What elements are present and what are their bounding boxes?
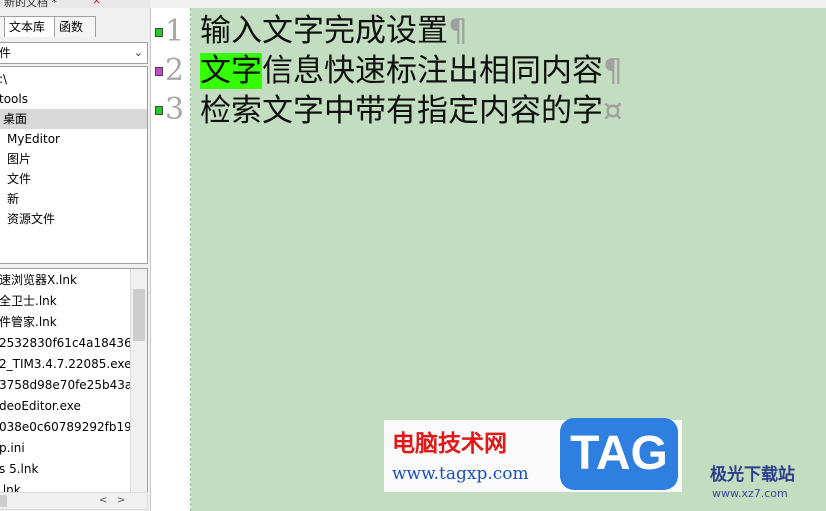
tree-item-new[interactable]: 新 [7, 189, 19, 209]
paragraph-mark-icon: ¶ [448, 13, 468, 49]
list-item[interactable]: 2532830f61c4a1843616 [0, 333, 147, 354]
file-list-horizontal-scrollbar[interactable]: < > [0, 492, 148, 510]
line-marker-icon [155, 106, 163, 115]
tree-item-tools[interactable]: tools [0, 89, 28, 109]
watermark-tag-logo: TAG [560, 418, 678, 490]
scroll-left-icon[interactable]: < [99, 493, 107, 509]
line-text: 输入文字完成设置 [200, 13, 448, 49]
document-tab[interactable]: 新的文档 * [4, 0, 57, 8]
list-item[interactable]: 全卫士.lnk [0, 291, 57, 312]
file-list-vertical-scrollbar[interactable] [130, 269, 147, 493]
highlighted-text: 文字 [200, 53, 262, 89]
list-item[interactable]: 3758d98e70fe25b43a0 [0, 375, 140, 396]
folder-dropdown[interactable]: 件 ⌄ [0, 42, 148, 64]
list-item[interactable]: 速浏览器X.lnk [0, 270, 77, 291]
list-item[interactable]: 038e0c60789292fb194 [0, 417, 139, 438]
tree-item-desktop[interactable]: 桌面 [0, 109, 147, 129]
editor-line[interactable]: 文字信息快速标注出相同内容¶ [200, 52, 623, 90]
file-list: 速浏览器X.lnk 全卫士.lnk 件管家.lnk 2532830f61c4a1… [0, 268, 148, 494]
watermark-url: www.tagxp.com [392, 464, 529, 484]
tab-functions[interactable]: 函数 [54, 16, 96, 37]
line-text: 检索文字中带有指定内容的字 [200, 93, 603, 129]
folder-dropdown-value: 件 [0, 46, 12, 60]
tree-item-pictures[interactable]: 图片 [7, 149, 31, 169]
paragraph-mark-icon: ¶ [603, 53, 623, 89]
tree-item-label: 桌面 [3, 112, 28, 126]
chevron-down-icon[interactable]: ⌄ [134, 43, 143, 63]
list-item[interactable]: deoEditor.exe [0, 396, 81, 417]
tree-item-drive[interactable]: :\ [0, 69, 7, 89]
document-tab-strip: 新的文档 * × [0, 0, 150, 8]
line-number: 3 [165, 92, 185, 127]
sidebar-tabs: 文本库 函数 [0, 16, 150, 38]
watermark-site-name: 极光下载站 [710, 465, 795, 485]
scrollbar-thumb[interactable] [133, 289, 145, 341]
editor-line[interactable]: 输入文字完成设置¶ [200, 12, 468, 50]
sidebar-panel: 文本库 函数 件 ⌄ :\ tools 桌面 MyEditor 图片 文件 新 … [0, 8, 151, 511]
line-marker-icon [155, 28, 163, 37]
line-number: 2 [165, 53, 185, 88]
list-item[interactable]: 件管家.lnk [0, 312, 57, 333]
line-marker-icon [155, 67, 163, 76]
line-number-gutter: 1 2 3 [151, 8, 191, 511]
folder-tree: :\ tools 桌面 MyEditor 图片 文件 新 资源文件 [0, 66, 148, 264]
scrollbar-thumb[interactable] [0, 495, 7, 507]
end-of-file-icon: ¤ [603, 93, 623, 129]
close-tab-icon[interactable]: × [92, 0, 101, 7]
tree-item-files[interactable]: 文件 [7, 169, 31, 189]
tree-item-myeditor[interactable]: MyEditor [7, 129, 60, 149]
tab-text-library[interactable]: 文本库 [4, 16, 60, 37]
watermark-site-url: www.xz7.com [712, 487, 788, 500]
editor-line[interactable]: 检索文字中带有指定内容的字¤ [200, 92, 623, 130]
tree-item-resources[interactable]: 资源文件 [7, 209, 55, 229]
list-item[interactable]: 2_TIM3.4.7.22085.exe [0, 354, 131, 375]
scroll-right-icon[interactable]: > [117, 493, 125, 509]
watermark-title: 电脑技术网 [392, 431, 507, 457]
line-number: 1 [165, 14, 185, 49]
line-text: 信息快速标注出相同内容 [262, 53, 603, 89]
list-item[interactable]: s 5.lnk [0, 459, 38, 480]
list-item[interactable]: p.ini [0, 438, 25, 459]
